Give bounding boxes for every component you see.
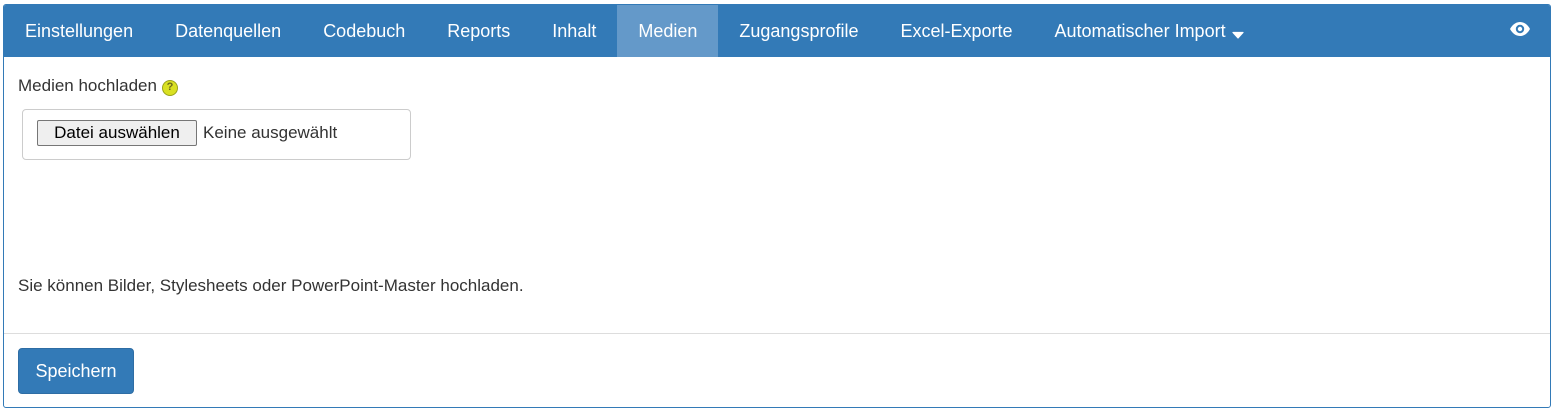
top-navbar: Einstellungen Datenquellen Codebuch Repo… [4,5,1550,57]
nav-item-reports[interactable]: Reports [426,5,531,57]
upload-info-text: Sie können Bilder, Stylesheets oder Powe… [18,276,524,295]
nav-item-einstellungen[interactable]: Einstellungen [4,5,154,57]
nav-item-label: Excel-Exporte [900,20,1013,41]
nav-item-datenquellen[interactable]: Datenquellen [154,5,302,57]
nav-item-label: Automatischer Import [1054,20,1226,41]
upload-field-label: Medien hochladen ? [18,76,178,96]
nav-item-label: Inhalt [552,20,597,41]
choose-file-button[interactable]: Datei auswählen [37,120,197,146]
nav-item-label: Datenquellen [175,20,282,41]
nav-item-medien[interactable]: Medien [617,5,719,57]
save-button[interactable]: Speichern [18,348,134,394]
nav-item-label: Einstellungen [25,20,134,41]
media-panel: Einstellungen Datenquellen Codebuch Repo… [3,4,1551,408]
footer-divider [4,333,1550,334]
nav-item-label: Codebuch [323,20,406,41]
preview-button[interactable] [1490,5,1550,57]
nav-item-codebuch[interactable]: Codebuch [302,5,426,57]
file-input[interactable]: Datei auswählen Keine ausgewählt [22,109,411,160]
nav-item-label: Medien [638,20,698,41]
nav-item-automatischer-import[interactable]: Automatischer Import [1034,5,1265,57]
nav-item-label: Reports [447,20,511,41]
file-status-text: Keine ausgewählt [203,123,338,142]
eye-icon [1509,21,1531,42]
nav-item-label: Zugangsprofile [739,20,859,41]
nav-item-zugangsprofile[interactable]: Zugangsprofile [718,5,879,57]
upload-label-text: Medien hochladen [18,76,157,95]
caret-down-icon [1231,25,1244,39]
nav-item-excel-exporte[interactable]: Excel-Exporte [879,5,1033,57]
nav-item-inhalt[interactable]: Inhalt [531,5,617,57]
help-icon[interactable]: ? [161,79,178,96]
